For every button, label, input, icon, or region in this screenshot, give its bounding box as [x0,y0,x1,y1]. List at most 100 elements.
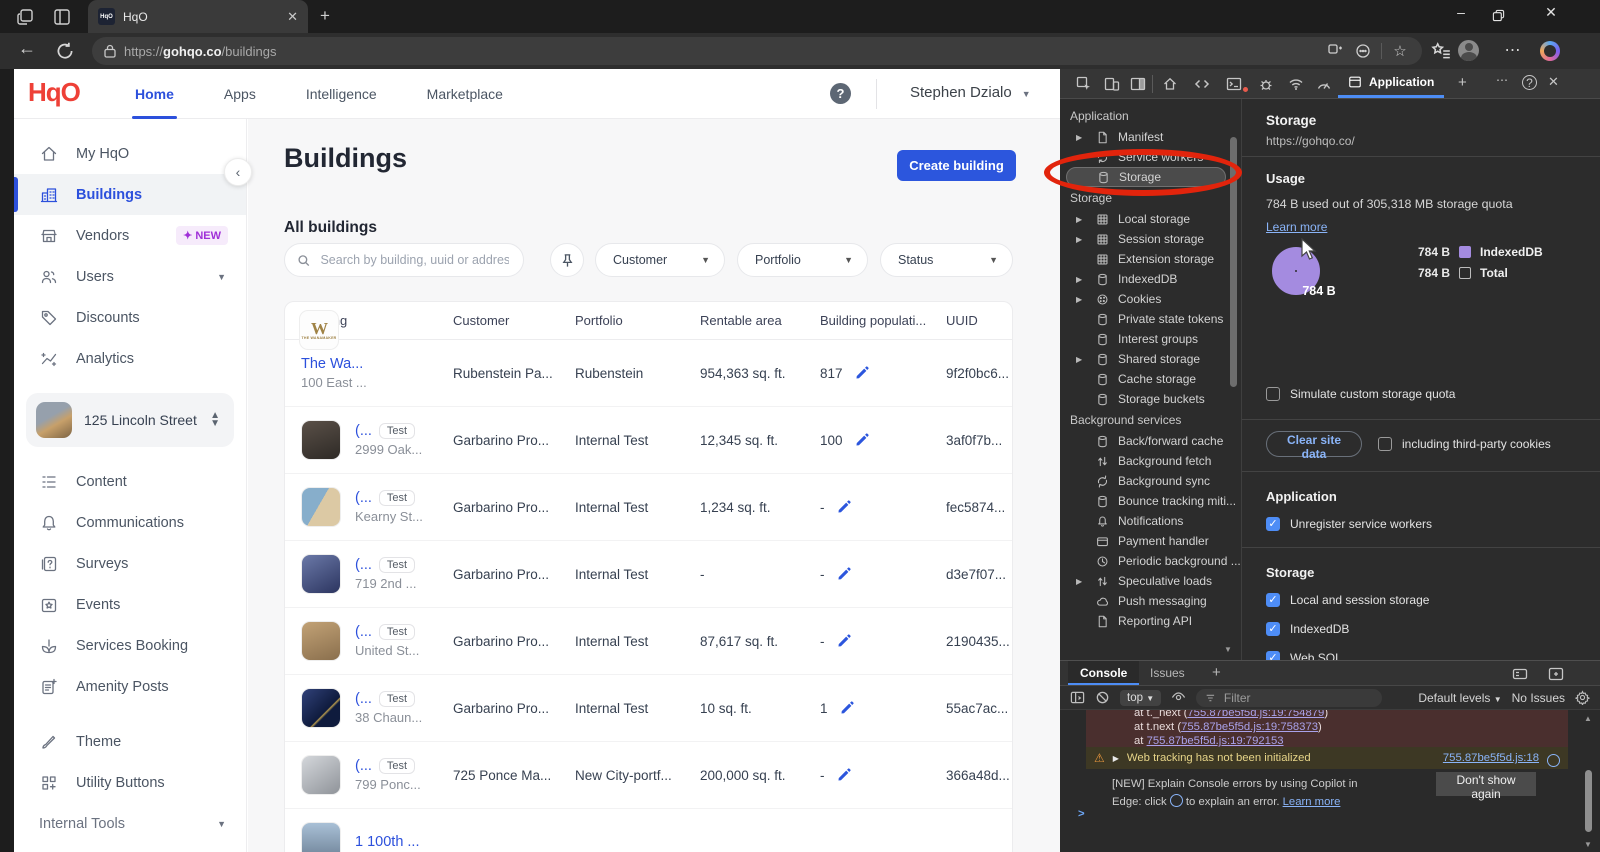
inspect-icon[interactable] [1076,76,1092,92]
live-expression-icon[interactable] [1171,690,1186,705]
checkbox-checked-icon[interactable]: ✓ [1266,651,1280,660]
tree-scroll-down-icon[interactable]: ▼ [1224,645,1232,654]
building-link[interactable]: The Wa... [301,356,363,372]
tab-close-icon[interactable]: ✕ [287,9,298,25]
clear-site-data-button[interactable]: Clear site data [1266,431,1362,457]
simulate-quota-row[interactable]: Simulate custom storage quota [1266,387,1455,401]
console-filter[interactable] [1196,689,1382,707]
scroll-up-icon[interactable]: ▲ [1584,714,1592,723]
sidebar-item-communications[interactable]: Communications [14,502,246,543]
device-toolbar-icon[interactable] [1104,76,1120,92]
edit-pencil-icon[interactable] [855,366,869,380]
column-header-portfolio[interactable]: Portfolio [575,313,700,328]
console-prompt[interactable]: > [1078,808,1085,820]
building-selector[interactable]: 125 Lincoln Street▲▼ [26,393,234,447]
dont-show-again-button[interactable]: Don't show again [1436,772,1536,796]
filter-customer[interactable]: Customer▼ [595,243,725,277]
workspaces-icon[interactable] [16,7,36,27]
sidebar-item-utility-buttons[interactable]: Utility Buttons [14,762,246,803]
edit-pencil-icon[interactable] [837,567,851,581]
expand-arrow-icon[interactable]: ▶ [1076,275,1082,284]
user-menu[interactable]: Stephen Dzialo▼ [910,84,1031,101]
console-sidebar-toggle-icon[interactable] [1070,690,1085,705]
sidebar-item-vendors[interactable]: Vendors✦ NEW [14,215,246,256]
tree-item-push-messaging[interactable]: Push messaging [1060,591,1232,611]
stack-source-link[interactable]: 755.87be5f5d.js:19:754879 [1187,710,1324,719]
edit-pencil-icon[interactable] [837,634,851,648]
expand-arrow-icon[interactable]: ▶ [1076,577,1082,586]
edit-pencil-icon[interactable] [837,768,851,782]
dock-side-icon[interactable] [1130,76,1146,92]
tree-item-payment-handler[interactable]: Payment handler [1060,531,1232,551]
tab-actions-icon[interactable] [52,7,72,27]
sidebar-item-users[interactable]: Users▼ [14,256,246,297]
browser-menu-icon[interactable]: ⋯ [1502,40,1524,62]
checkbox-checked-icon[interactable]: ✓ [1266,622,1280,636]
filter-portfolio[interactable]: Portfolio▼ [737,243,868,277]
refresh-icon[interactable] [54,40,76,62]
edit-pencil-icon[interactable] [837,500,851,514]
nav-item-marketplace[interactable]: Marketplace [402,69,528,119]
sidebar-item-amenity-posts[interactable]: Amenity Posts [14,666,246,707]
copilot-explain-icon[interactable] [1547,754,1560,767]
new-tab-button[interactable]: + [320,6,330,26]
checkbox-checked-icon[interactable]: ✓ [1266,593,1280,607]
tree-item-background-fetch[interactable]: Background fetch [1060,451,1232,471]
unregister-sw-row[interactable]: ✓Unregister service workers [1266,517,1432,531]
create-building-button[interactable]: Create building [897,150,1016,181]
nav-item-home[interactable]: Home [110,69,199,119]
building-link[interactable]: (... [355,624,372,640]
elements-tab-icon[interactable] [1194,76,1210,92]
sidebar-item-analytics[interactable]: Analytics [14,338,246,379]
window-restore-button[interactable] [1492,9,1505,22]
stack-source-link[interactable]: 755.87be5f5d.js:19:758373 [1181,721,1318,733]
extensions-icon[interactable] [1353,43,1373,59]
split-screen-icon[interactable] [1325,43,1345,59]
console-warning[interactable]: ⚠ ▶ Web tracking has not been initialize… [1086,747,1568,769]
browser-tab[interactable]: HqO HqO ✕ [88,0,308,33]
tree-item-shared-storage[interactable]: ▶Shared storage [1060,349,1232,369]
expand-arrow-icon[interactable]: ▶ [1076,295,1082,304]
column-header-building-populati[interactable]: Building populati... [820,313,946,328]
window-minimize-button[interactable]: – [1447,4,1475,20]
console-sidebar-icon[interactable] [1512,666,1528,682]
storage-check-local-and-session-storage[interactable]: ✓Local and session storage [1266,593,1429,607]
tree-item-speculative-loads[interactable]: ▶Speculative loads [1060,571,1232,591]
scroll-down-icon[interactable]: ▼ [1584,840,1592,849]
sidebar-item-services-booking[interactable]: Services Booking [14,625,246,666]
console-filter-input[interactable] [1222,690,1373,706]
tree-item-background-sync[interactable]: Background sync [1060,471,1232,491]
tree-item-bounce-tracking-miti[interactable]: Bounce tracking miti... [1060,491,1232,511]
tree-item-cookies[interactable]: ▶Cookies [1060,289,1232,309]
tree-item-session-storage[interactable]: ▶Session storage [1060,229,1232,249]
tree-item-reporting-api[interactable]: Reporting API [1060,611,1232,631]
sidebar-collapse-button[interactable]: ‹ [224,158,252,186]
copilot-icon[interactable] [1540,41,1560,61]
devtools-menu-icon[interactable]: ⋯ [1496,73,1512,89]
hint-learn-more-link[interactable]: Learn more [1283,796,1341,808]
sidebar-item-discounts[interactable]: Discounts [14,297,246,338]
clear-console-icon[interactable] [1095,690,1110,705]
tab-issues[interactable]: Issues [1138,661,1197,685]
sidebar-item-surveys[interactable]: Surveys [14,543,246,584]
profile-avatar[interactable] [1458,40,1479,61]
network-tab-icon[interactable] [1288,76,1304,92]
expand-arrow-icon[interactable]: ▶ [1076,215,1082,224]
context-selector[interactable]: top ▼ [1120,690,1161,706]
performance-tab-icon[interactable] [1316,76,1332,92]
source-link[interactable]: 755.87be5f5d.js:18 [1443,752,1539,764]
tree-scrollbar[interactable] [1230,107,1237,647]
application-tab[interactable]: Application [1338,69,1444,98]
favorite-star-icon[interactable]: ☆ [1390,42,1410,60]
expand-arrow-icon[interactable]: ▶ [1076,133,1082,142]
tree-item-interest-groups[interactable]: Interest groups [1060,329,1232,349]
building-link[interactable]: (... [355,758,372,774]
more-tabs-icon[interactable]: + [1458,74,1474,90]
issues-counter[interactable]: No Issues [1512,691,1565,705]
storage-check-indexeddb[interactable]: ✓IndexedDB [1266,622,1349,636]
debugger-icon[interactable] [1258,76,1274,92]
search-input[interactable] [318,252,511,268]
expand-drawer-icon[interactable] [1548,666,1564,682]
search-input-wrap[interactable] [284,243,524,277]
column-header-rentable-area[interactable]: Rentable area [700,313,820,328]
